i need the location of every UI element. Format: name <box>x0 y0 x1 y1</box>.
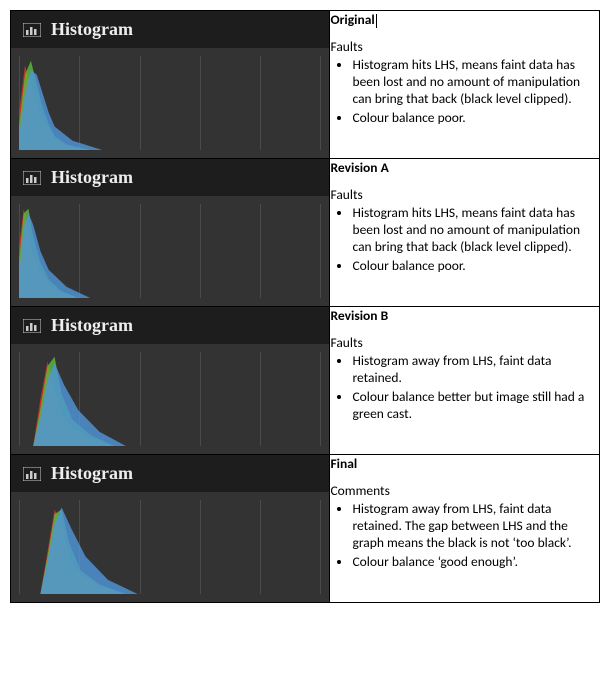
list-item: Histogram hits LHS, means faint data has… <box>352 205 599 256</box>
panel-header: Histogram <box>11 307 329 344</box>
section-heading: Faults <box>330 186 599 203</box>
histogram-chart <box>19 56 321 150</box>
table-row: Histogram Final Comments Histogram away fro… <box>11 455 600 603</box>
bar-chart-icon <box>23 467 41 481</box>
bullet-list: Histogram hits LHS, means faint data has… <box>330 205 599 275</box>
histogram-panel: Histogram <box>11 159 329 306</box>
histogram-body <box>11 48 329 158</box>
text-cursor <box>376 14 377 28</box>
list-item: Colour balance better but image still ha… <box>352 389 599 423</box>
histogram-panel: Histogram <box>11 455 329 602</box>
panel-header: Histogram <box>11 455 329 492</box>
list-item: Colour balance ‘good enough’. <box>352 554 599 571</box>
row-title: Revision B <box>330 307 599 324</box>
bar-chart-icon <box>23 23 41 37</box>
list-item: Colour balance poor. <box>352 258 599 275</box>
panel-header: Histogram <box>11 11 329 48</box>
list-item: Histogram hits LHS, means faint data has… <box>352 57 599 108</box>
histogram-cell: Histogram <box>11 307 330 455</box>
description-cell: Original Faults Histogram hits LHS, means … <box>330 11 600 159</box>
description-cell: Revision A Faults Histogram hits LHS, mean… <box>330 159 600 307</box>
histogram-chart <box>19 500 321 594</box>
description-cell: Revision B Faults Histogram away from LHS,… <box>330 307 600 455</box>
description-cell: Final Comments Histogram away from LHS, fa… <box>330 455 600 603</box>
section-heading: Comments <box>330 482 599 499</box>
panel-title: Histogram <box>51 463 133 484</box>
bullet-list: Histogram hits LHS, means faint data has… <box>330 57 599 127</box>
histogram-cell: Histogram <box>11 159 330 307</box>
histogram-cell: Histogram <box>11 455 330 603</box>
row-title: Final <box>330 455 599 472</box>
histogram-body <box>11 344 329 454</box>
bullet-list: Histogram away from LHS, faint data reta… <box>330 353 599 423</box>
histogram-body <box>11 492 329 602</box>
section-heading: Faults <box>330 38 599 55</box>
comparison-table: Histogram Original Faults Histogram hits LH… <box>10 10 600 603</box>
panel-title: Histogram <box>51 167 133 188</box>
table-row: Histogram Original Faults Histogram hits LH… <box>11 11 600 159</box>
histogram-chart <box>19 204 321 298</box>
panel-title: Histogram <box>51 315 133 336</box>
panel-title: Histogram <box>51 19 133 40</box>
table-row: Histogram Revision B Faults Histogram away … <box>11 307 600 455</box>
list-item: Colour balance poor. <box>352 110 599 127</box>
histogram-body <box>11 196 329 306</box>
bullet-list: Histogram away from LHS, faint data reta… <box>330 501 599 571</box>
histogram-chart <box>19 352 321 446</box>
histogram-panel: Histogram <box>11 307 329 454</box>
list-item: Histogram away from LHS, faint data reta… <box>352 501 599 552</box>
histogram-panel: Histogram <box>11 11 329 158</box>
list-item: Histogram away from LHS, faint data reta… <box>352 353 599 387</box>
histogram-cell: Histogram <box>11 11 330 159</box>
section-heading: Faults <box>330 334 599 351</box>
bar-chart-icon <box>23 319 41 333</box>
row-title: Original <box>330 11 599 28</box>
panel-header: Histogram <box>11 159 329 196</box>
table-row: Histogram Revision A Faults Histogram hits … <box>11 159 600 307</box>
row-title: Revision A <box>330 159 599 176</box>
bar-chart-icon <box>23 171 41 185</box>
